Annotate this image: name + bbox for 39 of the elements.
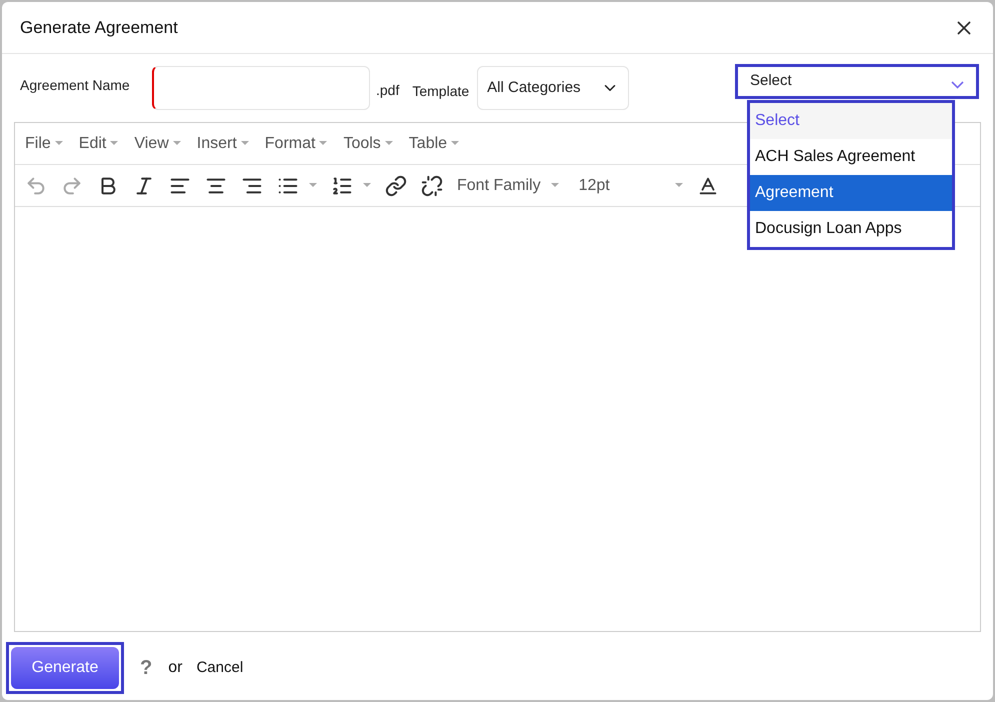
menu-item[interactable]: View: [134, 132, 181, 156]
dropdown-option[interactable]: Agreement: [750, 175, 952, 211]
chevron-icon: [951, 80, 964, 88]
unlink-icon[interactable]: [421, 174, 443, 196]
font-family-select[interactable]: Font Family: [457, 174, 559, 198]
caret-icon: [674, 183, 683, 188]
generate-button[interactable]: Generate: [11, 647, 119, 689]
extension-text: .pdf: [376, 81, 400, 100]
caret-icon: [363, 183, 371, 188]
caret-icon: [110, 141, 118, 146]
help-icon[interactable]: ?: [140, 653, 152, 683]
or-text: or: [168, 658, 182, 678]
dropdown-option[interactable]: ACH Sales Agreement: [750, 139, 952, 175]
link-icon[interactable]: [385, 174, 407, 196]
cancel-link[interactable]: Cancel: [196, 656, 244, 680]
menu-item[interactable]: File: [25, 132, 63, 156]
caret-icon: [54, 141, 63, 146]
font-size-select[interactable]: 12pt: [578, 174, 683, 198]
menu-item[interactable]: Format: [264, 132, 328, 156]
caret-icon: [319, 141, 328, 146]
caret-icon: [172, 141, 181, 146]
menu-item[interactable]: Table: [408, 132, 460, 156]
menu-item[interactable]: Insert: [196, 132, 249, 156]
numbered-list-icon[interactable]: [331, 174, 353, 196]
category-select[interactable]: All Categories: [477, 66, 630, 110]
caret-icon: [550, 183, 559, 188]
caret-icon: [451, 141, 460, 146]
menu-item[interactable]: Tools: [343, 132, 393, 156]
template-select[interactable]: Select: [735, 64, 979, 99]
field-label: Agreement Name: [20, 76, 131, 95]
menu-item[interactable]: Edit: [78, 132, 118, 156]
field-label: Template: [412, 82, 470, 101]
caret-icon: [384, 141, 393, 146]
dropdown-option[interactable]: Docusign Loan Apps: [750, 211, 952, 247]
dropdown-option[interactable]: Select: [750, 103, 952, 139]
caret-icon: [309, 183, 317, 188]
agreement-name-field[interactable]: [152, 66, 370, 110]
dialog-title: Generate Agreement: [20, 16, 178, 39]
caret-icon: [240, 141, 249, 146]
